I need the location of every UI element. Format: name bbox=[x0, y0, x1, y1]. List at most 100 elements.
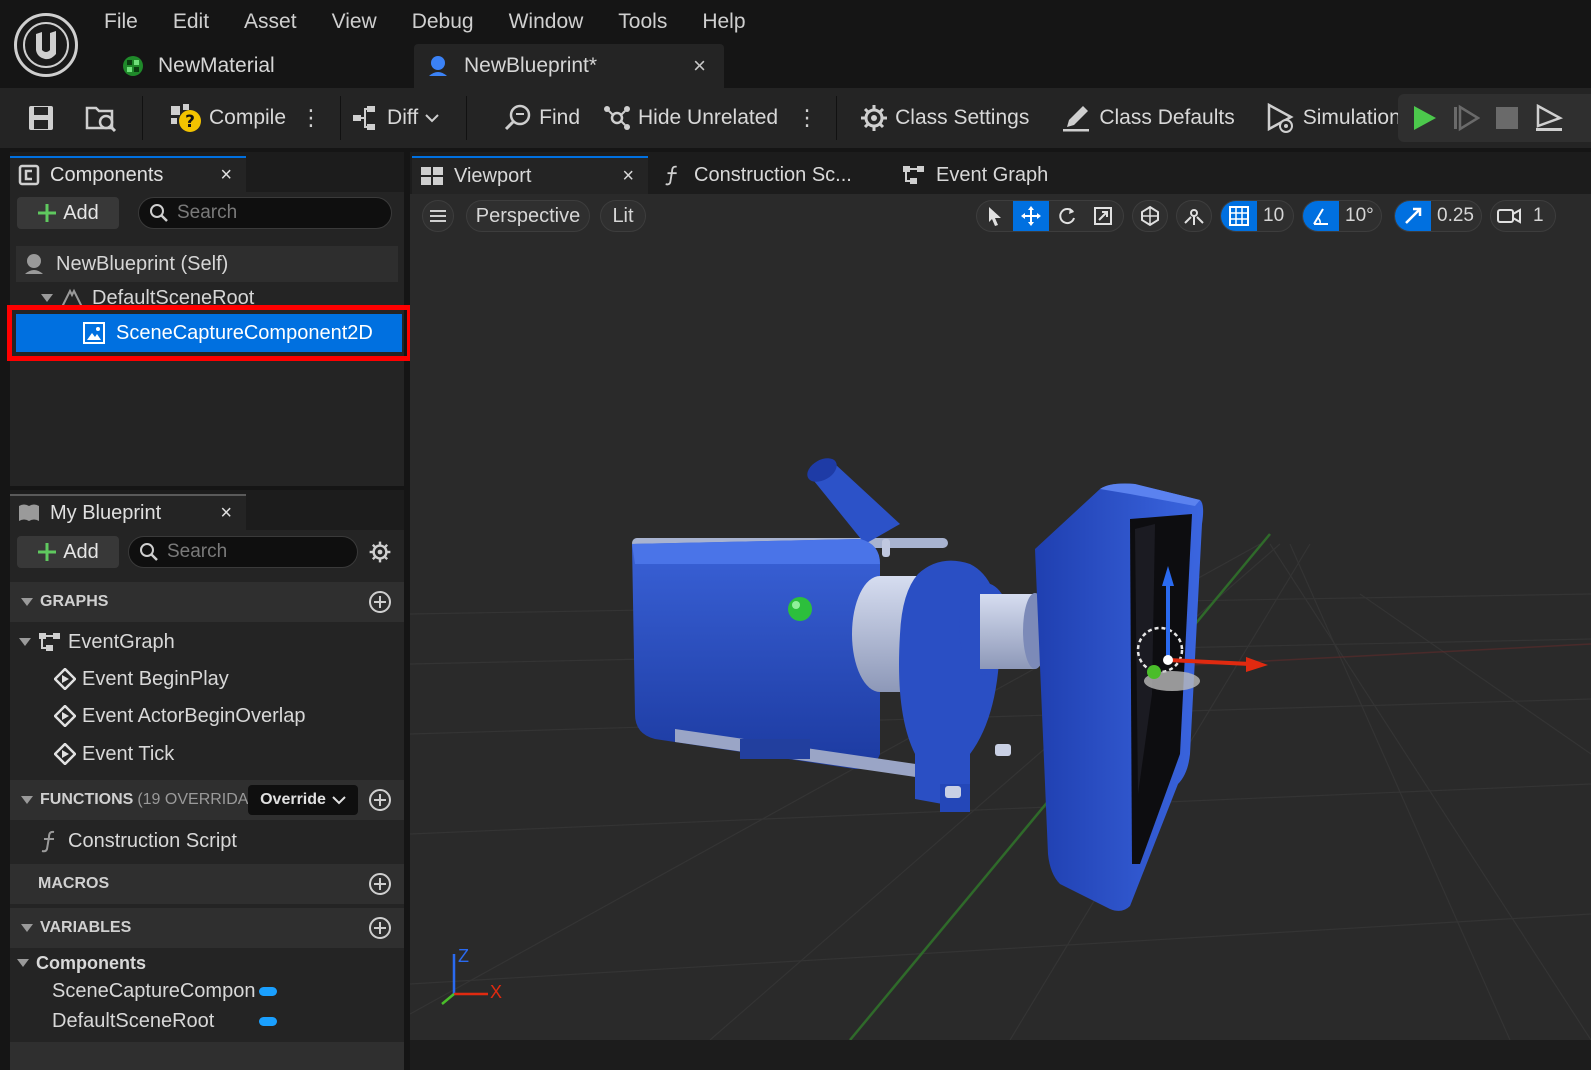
viewport-3d[interactable]: Perspective Lit 10 10° 0.25 1 Z X bbox=[410, 194, 1591, 1040]
doc-tab-label: NewBlueprint* bbox=[464, 54, 598, 77]
add-function-icon[interactable] bbox=[368, 788, 392, 812]
doc-tab-label: NewMaterial bbox=[158, 54, 275, 77]
unreal-logo-icon[interactable] bbox=[14, 13, 78, 77]
item-label: SceneCaptureCompone bbox=[52, 979, 255, 1002]
stop-icon[interactable] bbox=[1494, 105, 1520, 131]
menu-view[interactable]: View bbox=[332, 6, 394, 38]
function-item-construction-script[interactable]: Construction Script bbox=[38, 824, 237, 858]
tree-item-scene-capture-component-2d[interactable]: SceneCaptureComponent2D bbox=[16, 314, 402, 352]
variables-section-header[interactable]: VARIABLES bbox=[10, 908, 404, 948]
tree-item-default-scene-root[interactable]: DefaultSceneRoot bbox=[40, 280, 254, 316]
variable-item-scene-capture[interactable]: SceneCaptureCompone bbox=[52, 974, 282, 1008]
add-graph-icon[interactable] bbox=[368, 590, 392, 614]
settings-gear-icon[interactable] bbox=[368, 540, 392, 564]
find-icon bbox=[503, 103, 533, 133]
perspective-dropdown[interactable]: Perspective bbox=[466, 200, 590, 232]
event-dispatchers-section-header[interactable] bbox=[10, 1042, 404, 1070]
scene-capture-icon bbox=[82, 321, 106, 345]
blueprint-self-icon bbox=[22, 252, 46, 276]
class-settings-button[interactable]: Class Settings bbox=[845, 88, 1037, 148]
scale-snap-value[interactable]: 0.25 bbox=[1431, 201, 1480, 231]
hide-unrelated-options-icon[interactable]: ⋮ bbox=[786, 105, 822, 131]
event-diamond-icon bbox=[54, 705, 76, 727]
menu-help[interactable]: Help bbox=[702, 6, 762, 38]
compile-options-icon[interactable]: ⋮ bbox=[294, 105, 326, 131]
scale-snap-group: 0.25 bbox=[1394, 200, 1482, 232]
add-variable-icon[interactable] bbox=[368, 916, 392, 940]
macros-section-header[interactable]: MACROS bbox=[10, 864, 404, 904]
tab-event-graph[interactable]: Event Graph bbox=[894, 156, 1048, 194]
play-icon[interactable] bbox=[1410, 104, 1438, 132]
world-local-toggle[interactable] bbox=[1132, 200, 1168, 232]
hamburger-icon bbox=[430, 209, 446, 223]
item-label: Event Tick bbox=[82, 742, 175, 765]
add-member-button[interactable]: Add bbox=[17, 536, 119, 568]
class-settings-label: Class Settings bbox=[895, 106, 1030, 129]
svg-text:?: ? bbox=[185, 112, 195, 132]
event-graph-icon bbox=[38, 631, 62, 653]
override-dropdown[interactable]: Override bbox=[248, 785, 358, 815]
components-tab-label: Components bbox=[50, 163, 164, 186]
step-icon[interactable] bbox=[1452, 104, 1480, 132]
object-type-pill-icon bbox=[259, 1016, 277, 1026]
event-item-tick[interactable]: Event Tick bbox=[54, 737, 174, 771]
tree-item-self[interactable]: NewBlueprint (Self) bbox=[22, 246, 228, 282]
grid-snap-icon[interactable] bbox=[1221, 201, 1257, 231]
graph-item-event-graph[interactable]: EventGraph bbox=[18, 625, 175, 659]
add-macro-icon[interactable] bbox=[368, 872, 392, 896]
eject-icon[interactable] bbox=[1534, 104, 1564, 132]
scale-snap-icon[interactable] bbox=[1395, 201, 1431, 231]
tab-viewport[interactable]: Viewport × bbox=[412, 156, 648, 194]
item-label: Event BeginPlay bbox=[82, 667, 229, 690]
doc-tab-new-blueprint[interactable]: NewBlueprint* × bbox=[414, 44, 724, 88]
viewport-options-button[interactable] bbox=[422, 200, 454, 232]
grid-snap-value[interactable]: 10 bbox=[1257, 201, 1290, 231]
find-button[interactable]: Find bbox=[475, 88, 588, 148]
menu-tools[interactable]: Tools bbox=[618, 6, 684, 38]
my-blueprint-search-input[interactable]: Search bbox=[128, 536, 358, 568]
menu-edit[interactable]: Edit bbox=[173, 6, 226, 38]
menu-window[interactable]: Window bbox=[509, 6, 601, 38]
variable-item-default-scene-root[interactable]: DefaultSceneRoot bbox=[52, 1004, 277, 1038]
close-tab-icon[interactable]: × bbox=[693, 53, 706, 79]
compile-button[interactable]: ? Compile bbox=[151, 88, 294, 148]
graphs-section-header[interactable]: GRAPHS bbox=[10, 582, 404, 622]
scale-mode-icon[interactable] bbox=[1085, 201, 1121, 231]
camera-speed-group[interactable]: 1 bbox=[1490, 200, 1556, 232]
components-panel: Components × Add Search NewBlueprint (Se… bbox=[10, 152, 404, 486]
close-tab-icon[interactable]: × bbox=[220, 502, 232, 525]
components-tab[interactable]: Components × bbox=[10, 156, 246, 192]
hide-unrelated-button[interactable]: Hide Unrelated bbox=[588, 88, 786, 148]
surface-snap-toggle[interactable] bbox=[1176, 200, 1212, 232]
doc-tab-new-material[interactable]: NewMaterial bbox=[110, 44, 410, 88]
rotate-mode-icon[interactable] bbox=[1049, 201, 1085, 231]
menu-asset[interactable]: Asset bbox=[244, 6, 314, 38]
tab-construction-script[interactable]: Construction Sc... bbox=[654, 156, 852, 194]
tab-label: Viewport bbox=[454, 164, 532, 187]
rotation-snap-value[interactable]: 10° bbox=[1339, 201, 1380, 231]
hide-unrelated-icon bbox=[602, 104, 632, 132]
menu-debug[interactable]: Debug bbox=[412, 6, 491, 38]
event-item-begin-play[interactable]: Event BeginPlay bbox=[54, 662, 229, 696]
chevron-down-icon bbox=[424, 112, 440, 124]
scene-root-icon bbox=[60, 287, 84, 309]
my-blueprint-tab[interactable]: My Blueprint × bbox=[10, 494, 246, 530]
browse-button[interactable] bbox=[64, 88, 128, 148]
menu-file[interactable]: File bbox=[104, 6, 155, 38]
simulation-button[interactable]: Simulation bbox=[1243, 88, 1409, 148]
components-search-input[interactable]: Search bbox=[138, 197, 392, 229]
translate-mode-icon[interactable] bbox=[1013, 201, 1049, 231]
blueprint-icon bbox=[426, 54, 450, 78]
close-tab-icon[interactable]: × bbox=[622, 165, 634, 188]
function-icon bbox=[38, 829, 62, 853]
select-mode-icon[interactable] bbox=[977, 201, 1013, 231]
lit-dropdown[interactable]: Lit bbox=[600, 200, 646, 232]
rotation-snap-icon[interactable] bbox=[1303, 201, 1339, 231]
diff-button[interactable]: Diff bbox=[349, 88, 448, 148]
event-item-actor-begin-overlap[interactable]: Event ActorBeginOverlap bbox=[54, 699, 305, 733]
collapse-arrow-icon bbox=[16, 957, 30, 969]
save-button[interactable] bbox=[0, 88, 64, 148]
add-component-button[interactable]: Add bbox=[17, 197, 119, 229]
close-tab-icon[interactable]: × bbox=[220, 164, 232, 187]
class-defaults-button[interactable]: Class Defaults bbox=[1037, 88, 1242, 148]
